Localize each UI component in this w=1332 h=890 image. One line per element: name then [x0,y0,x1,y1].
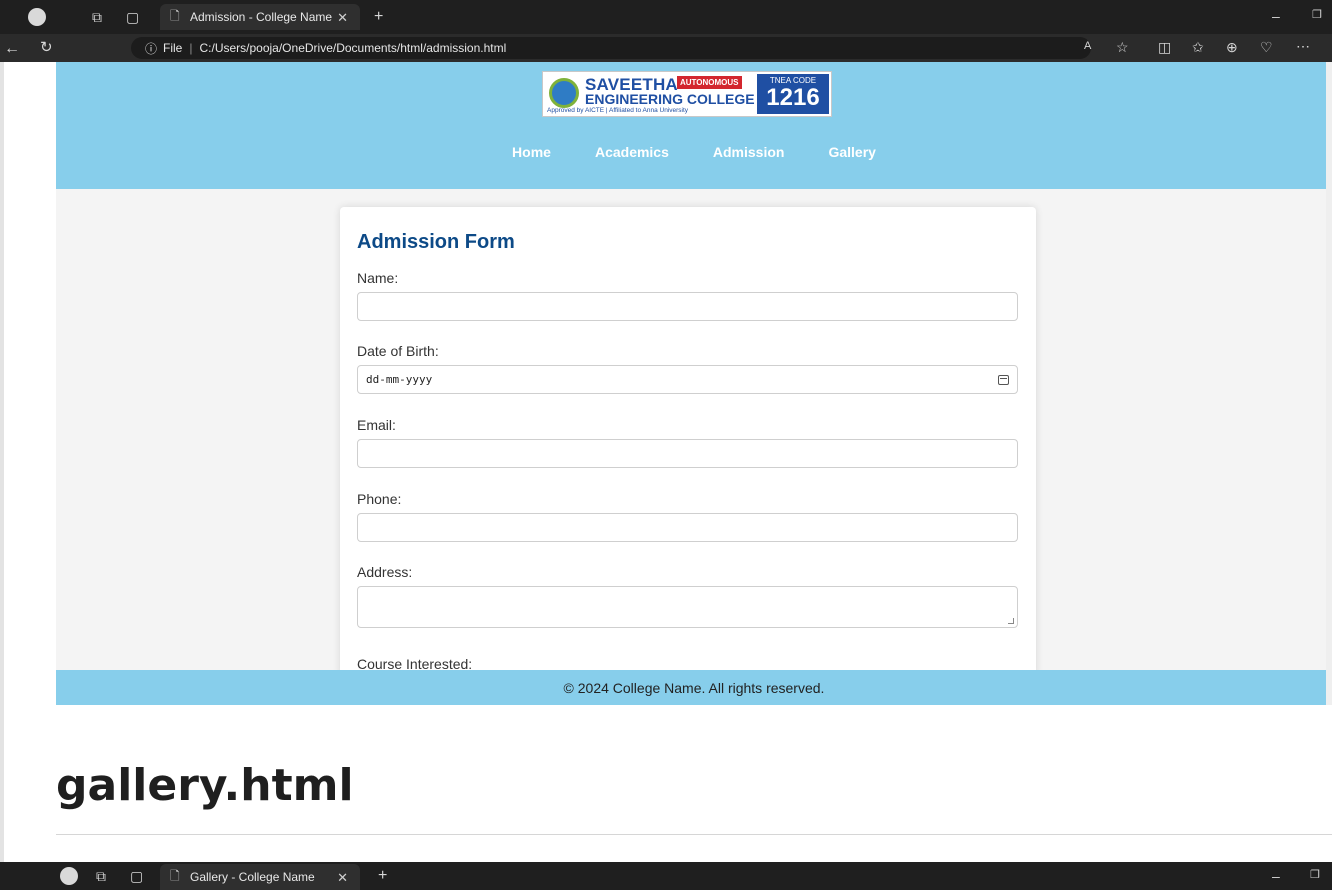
logo-affiliation: Approved by AICTE | Affiliated to Anna U… [547,107,689,114]
dob-input[interactable]: dd-mm-yyyy [357,365,1018,394]
site-footer: © 2024 College Name. All rights reserved… [56,670,1332,705]
more-options-icon[interactable]: ⋯ [1296,39,1310,53]
logo-badge: AUTONOMOUS [677,76,742,89]
dob-label: Date of Birth: [357,343,439,359]
restore-icon[interactable]: ❐ [1312,10,1322,21]
browser-essentials-icon[interactable]: ♡ [1260,40,1273,54]
scrollbar[interactable] [1326,62,1332,705]
name-label: Name: [357,270,399,286]
tab-actions-icon[interactable]: ▢ [126,10,139,24]
file-label: File [163,41,183,55]
name-input[interactable] [357,292,1018,321]
main-nav: Home Academics Admission Gallery [56,144,1332,164]
tnea-box: TNEA CODE 1216 [757,74,829,114]
tab-bar: ⧉ ▢ 🗋 Admission - College Name ✕ + – ❐ [56,0,1332,34]
phone-input[interactable] [357,513,1018,542]
admission-form-card: Admission Form Name: Date of Birth: dd-m… [340,207,1036,677]
tab-gallery[interactable]: 🗋 Gallery - College Name ✕ [160,864,360,890]
browser-window: ⧉ ▢ 🗋 Admission - College Name ✕ + – ❐ ⓘ… [56,0,1332,705]
footer-text: © 2024 College Name. All rights reserved… [563,679,825,696]
nav-academics[interactable]: Academics [595,144,669,164]
favorite-star-icon[interactable]: ☆ [1116,40,1129,54]
email-label: Email: [357,417,396,433]
separator: | [189,41,193,55]
nav-home[interactable]: Home [512,144,551,164]
workspaces-icon[interactable]: ⧉ [92,10,102,24]
tab-admission[interactable]: 🗋 Admission - College Name ✕ [160,4,360,30]
split-screen-icon[interactable]: ◫ [1158,40,1171,54]
dob-placeholder: dd-mm-yyyy [366,373,433,386]
url-text: C:/Users/pooja/OneDrive/Documents/html/a… [199,41,507,55]
tab-bar-2: ⧉ ▢ 🗋 Gallery - College Name ✕ + – ❐ [0,862,1332,890]
favorites-icon[interactable]: ✩ [1192,40,1204,54]
section-heading: gallery.html [56,760,354,811]
address-bar[interactable]: ⓘ File | C:/Users/pooja/OneDrive/Documen… [131,37,1091,59]
profile-icon[interactable] [28,8,46,26]
form-title: Admission Form [357,231,515,253]
left-rail [0,0,4,890]
close-tab-icon[interactable]: ✕ [337,10,348,26]
back-icon[interactable]: ← [4,41,20,57]
profile-icon-2[interactable] [60,867,78,885]
address-label: Address: [357,564,413,580]
college-logo: SAVEETHA AUTONOMOUS ENGINEERING COLLEGE … [542,71,832,117]
restore-icon-2[interactable]: ❐ [1310,870,1320,881]
screen: ← ↻ ⧉ ▢ 🗋 Admission - College Name ✕ + –… [0,0,1332,890]
tab-title: Admission - College Name [190,10,333,24]
minimize-icon-2[interactable]: – [1272,869,1280,883]
workspaces-icon-2[interactable]: ⧉ [96,869,106,883]
page-content: SAVEETHA AUTONOMOUS ENGINEERING COLLEGE … [56,62,1332,705]
window-controls-strip [0,0,56,34]
page-icon: 🗋 [170,9,180,23]
close-tab-icon-2[interactable]: ✕ [337,870,348,886]
page-icon-2: 🗋 [170,869,180,883]
tab-title-2: Gallery - College Name [190,870,315,884]
refresh-icon[interactable]: ↻ [40,40,53,55]
tab-actions-icon-2[interactable]: ▢ [130,869,143,883]
heading-divider [56,834,1332,835]
phone-label: Phone: [357,491,402,507]
nav-strip: ← ↻ [0,34,56,62]
nav-gallery[interactable]: Gallery [828,144,875,164]
address-bar-row: ⓘ File | C:/Users/pooja/OneDrive/Documen… [56,34,1332,62]
address-textarea[interactable] [357,586,1018,628]
email-input[interactable] [357,439,1018,468]
calendar-icon[interactable] [998,375,1009,385]
minimize-icon[interactable]: – [1272,9,1280,23]
collections-icon[interactable]: ⊕ [1226,40,1238,54]
nav-admission[interactable]: Admission [713,144,785,164]
site-header: SAVEETHA AUTONOMOUS ENGINEERING COLLEGE … [56,62,1332,189]
read-aloud-icon[interactable]: A [1084,41,1091,52]
info-icon[interactable]: ⓘ [145,40,157,57]
logo-subtitle: ENGINEERING COLLEGE [585,91,755,107]
emblem-icon [549,78,579,108]
new-tab-icon[interactable]: + [374,9,383,25]
resize-handle-icon[interactable] [1008,618,1014,624]
tnea-code: 1216 [766,84,820,111]
new-tab-icon-2[interactable]: + [378,868,387,884]
